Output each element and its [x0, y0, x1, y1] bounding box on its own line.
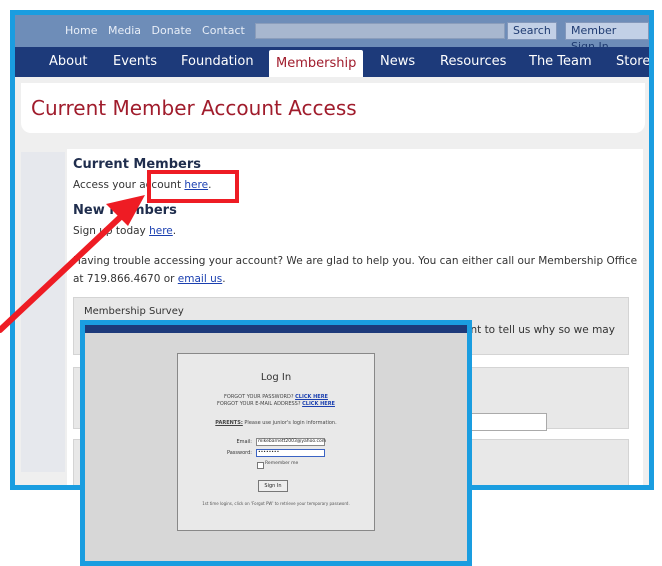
remember-me-label: Remember me [265, 461, 299, 466]
nav-store[interactable]: Store [616, 47, 649, 77]
forgot-password-text: FORGOT YOUR PASSWORD? [224, 394, 296, 400]
parents-text: Please use junior's login information. [242, 420, 337, 426]
remember-me-checkbox[interactable] [257, 462, 264, 469]
nav-membership[interactable]: Membership [269, 50, 364, 77]
top-link-media[interactable]: Media [108, 24, 141, 37]
nav-the-team[interactable]: The Team [529, 47, 592, 77]
top-utility-bar: Home Media Donate Contact Search Member … [15, 15, 649, 53]
email-field[interactable]: mikebarnett2003@yahoo.com [256, 438, 326, 446]
nav-events[interactable]: Events [113, 47, 157, 77]
forgot-email-link[interactable]: CLICK HERE [302, 401, 335, 407]
password-field[interactable]: •••••••• [256, 449, 325, 457]
survey-tail-text: ent to tell us why so we may [464, 324, 615, 336]
title-card: Current Member Account Access [21, 83, 645, 133]
nav-about[interactable]: About [49, 47, 87, 77]
forgot-email-line: FORGOT YOUR E-MAIL ADDRESS? CLICK HERE [178, 401, 374, 407]
top-link-contact[interactable]: Contact [202, 24, 245, 37]
email-label: Email: [236, 439, 252, 445]
forgot-email-text: FORGOT YOUR E-MAIL ADDRESS? [217, 401, 303, 407]
top-link-home[interactable]: Home [65, 24, 97, 37]
password-label: Password: [226, 450, 252, 456]
login-panel: Log In FORGOT YOUR PASSWORD? CLICK HERE … [177, 353, 375, 531]
login-title: Log In [260, 372, 292, 383]
search-button[interactable]: Search [507, 22, 557, 40]
member-sign-in-button[interactable]: Member Sign In [565, 22, 649, 53]
parents-line: PARENTS: Please use junior's login infor… [178, 420, 374, 426]
inset-nav-bar [85, 325, 467, 333]
search-input[interactable] [255, 23, 505, 39]
nav-news[interactable]: News [380, 47, 415, 77]
page-title: Current Member Account Access [31, 96, 357, 120]
nav-foundation[interactable]: Foundation [181, 47, 254, 77]
main-nav: About Events Foundation Membership News … [15, 47, 649, 77]
first-login-note: 1st time logins, click on 'Forgot PW' to… [202, 501, 350, 506]
email-suffix: . [222, 273, 226, 285]
sign-in-button[interactable]: Sign In [258, 480, 288, 492]
forgot-password-link[interactable]: CLICK HERE [295, 394, 328, 400]
parents-label: PARENTS: [215, 420, 243, 426]
top-link-donate[interactable]: Donate [152, 24, 192, 37]
top-links: Home Media Donate Contact [65, 24, 252, 37]
red-arrow-icon [0, 195, 145, 333]
login-inset-screenshot: Log In FORGOT YOUR PASSWORD? CLICK HERE … [80, 320, 472, 566]
nav-resources[interactable]: Resources [440, 47, 506, 77]
forgot-password-line: FORGOT YOUR PASSWORD? CLICK HERE [178, 394, 374, 400]
